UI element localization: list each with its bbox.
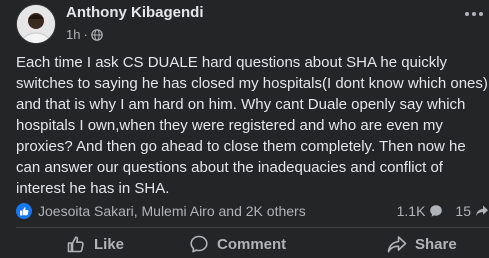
share-icon bbox=[387, 236, 407, 253]
shares-count-value: 15 bbox=[455, 203, 471, 219]
like-reaction-icon bbox=[16, 203, 32, 219]
post-card: Anthony Kibagendi 1h · Each time I ask C… bbox=[0, 0, 489, 258]
comments-count-value: 1.1K bbox=[396, 203, 426, 219]
reactors-text: Joesoita Sakari, Mulemi Airo and 2K othe… bbox=[38, 203, 306, 219]
engagement-counts: 1.1K 15 bbox=[397, 203, 489, 219]
author-name[interactable]: Anthony Kibagendi bbox=[66, 4, 204, 21]
share-label: Share bbox=[415, 235, 457, 253]
action-divider bbox=[16, 227, 489, 228]
more-dot-icon bbox=[465, 12, 469, 16]
post-line: interest he has in SHA. bbox=[16, 180, 170, 197]
comments-count[interactable]: 1.1K bbox=[397, 203, 444, 219]
post-line: hospitals I own,when they were registere… bbox=[16, 117, 443, 134]
post-line: can answer our questions about the inade… bbox=[16, 159, 443, 176]
post-body: Each time I ask CS DUALE hard questions … bbox=[16, 52, 488, 199]
post-timestamp[interactable]: 1h bbox=[66, 27, 80, 42]
more-dot-icon bbox=[472, 12, 476, 16]
globe-icon[interactable] bbox=[91, 28, 103, 41]
more-dot-icon bbox=[479, 12, 483, 16]
share-count-icon bbox=[476, 205, 488, 216]
like-button[interactable]: Like bbox=[66, 234, 124, 254]
comment-icon bbox=[190, 235, 208, 253]
comment-label: Comment bbox=[217, 235, 287, 253]
post-line: proxies? And then go ahead to close them… bbox=[16, 138, 466, 155]
reactions-summary[interactable]: Joesoita Sakari, Mulemi Airo and 2K othe… bbox=[16, 203, 306, 219]
author-avatar[interactable] bbox=[16, 4, 56, 44]
comment-count-icon bbox=[430, 205, 443, 217]
more-options-button[interactable] bbox=[465, 12, 483, 16]
post-meta: 1h · bbox=[66, 27, 103, 42]
avatar-image bbox=[17, 5, 55, 43]
post-line: and that is why I am hard on him. Why ca… bbox=[16, 96, 466, 113]
like-icon bbox=[67, 236, 84, 253]
post-line: Each time I ask CS DUALE hard questions … bbox=[16, 54, 448, 71]
post-line: switches to saying he has closed my hosp… bbox=[16, 75, 488, 92]
comment-button[interactable]: Comment bbox=[189, 234, 286, 254]
like-label: Like bbox=[94, 235, 125, 253]
meta-separator: · bbox=[83, 27, 88, 42]
shares-count[interactable]: 15 bbox=[455, 203, 489, 219]
share-button[interactable]: Share bbox=[387, 234, 457, 254]
